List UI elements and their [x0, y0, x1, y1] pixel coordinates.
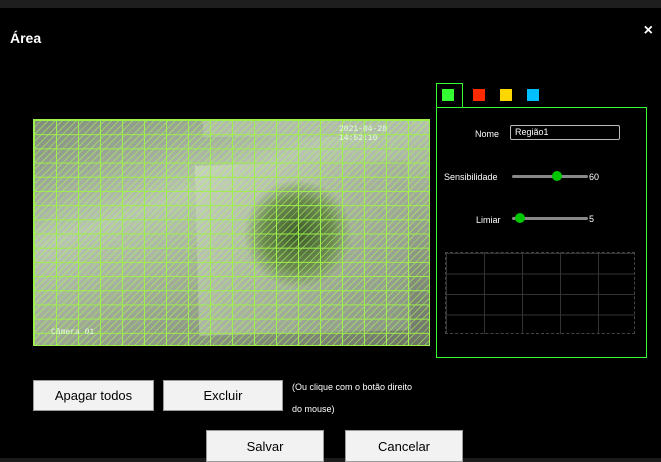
- cancel-button[interactable]: Cancelar: [345, 430, 463, 462]
- hint-text-line1: (Ou clique com o botão direito: [292, 382, 413, 392]
- video-timestamp: 2021-04-28 14:52:10: [339, 125, 388, 143]
- dialog-title: Área: [10, 30, 42, 46]
- delete-button[interactable]: Excluir: [163, 380, 283, 411]
- sensitivity-label: Sensibilidade: [444, 172, 498, 182]
- sensitivity-slider-thumb[interactable]: [551, 171, 562, 181]
- tab-region-2[interactable]: [473, 89, 485, 101]
- area-dialog: Área × 2021-04-28 14:52:10 Câmera 01 Nom…: [0, 0, 661, 462]
- clear-all-button[interactable]: Apagar todos: [33, 380, 154, 411]
- tab-region-4[interactable]: [527, 89, 539, 101]
- detection-grid[interactable]: [33, 119, 430, 346]
- sensitivity-slider[interactable]: [512, 175, 588, 178]
- hint-text-line2: do mouse): [292, 404, 335, 414]
- close-icon[interactable]: ×: [644, 22, 653, 40]
- motion-minimap: [445, 252, 635, 334]
- name-field[interactable]: Região1: [510, 125, 620, 140]
- threshold-value: 5: [589, 214, 595, 224]
- tab-region-1[interactable]: [442, 89, 454, 101]
- video-preview[interactable]: 2021-04-28 14:52:10 Câmera 01: [33, 83, 430, 380]
- threshold-label: Limiar: [476, 215, 501, 225]
- save-button[interactable]: Salvar: [206, 430, 324, 462]
- video-channel-label: Câmera 01: [51, 328, 95, 337]
- name-label: Nome: [475, 129, 500, 139]
- sensitivity-value: 60: [589, 172, 600, 182]
- tab-region-3[interactable]: [500, 89, 512, 101]
